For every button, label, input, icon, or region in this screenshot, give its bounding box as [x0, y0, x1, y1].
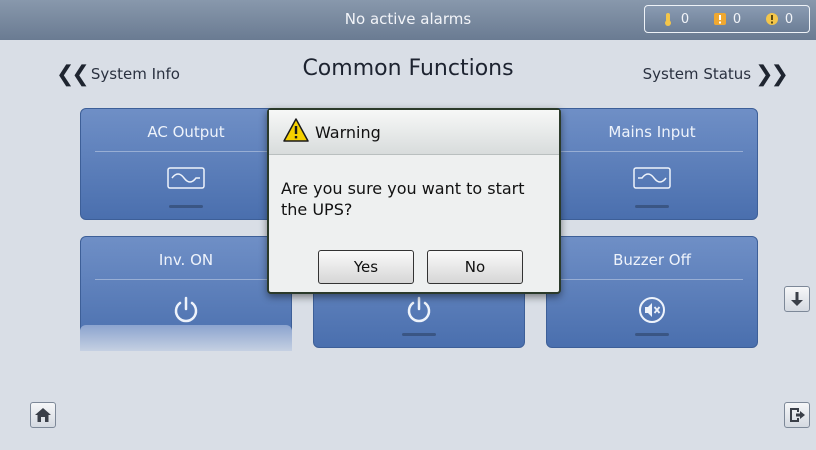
minor-alarm-count: 0 — [680, 11, 690, 27]
tile-icon-shadow — [635, 333, 669, 336]
no-button[interactable]: No — [427, 250, 523, 284]
tile-divider — [95, 151, 277, 152]
power-icon — [407, 296, 431, 323]
major-alarm-counter: 0 — [713, 12, 741, 27]
minor-alarm-counter: 0 — [661, 12, 689, 27]
buzzer-off-tile[interactable]: Buzzer Off — [546, 236, 758, 348]
scroll-down-button[interactable] — [784, 286, 810, 312]
double-chevron-left-icon: ❮❮ — [56, 62, 90, 87]
critical-alarm-count: 0 — [784, 11, 794, 27]
tile-label: Inv. ON — [158, 251, 214, 269]
home-icon — [35, 408, 51, 422]
arrow-down-icon — [791, 292, 803, 306]
tile-divider — [561, 279, 743, 280]
nav-prev-system-info[interactable]: ❮❮ System Info — [52, 62, 180, 87]
tile-label: Buzzer Off — [613, 251, 691, 269]
dialog-title: Warning — [315, 123, 381, 142]
tile-label: Mains Input — [608, 123, 696, 141]
tile-divider — [95, 279, 277, 280]
nav-prev-label: System Info — [90, 65, 180, 83]
logout-button[interactable] — [784, 402, 810, 428]
critical-alarm-counter: 0 — [765, 12, 793, 27]
dialog-header: Warning — [269, 110, 559, 155]
alarm-bar: No active alarms 0 0 0 — [0, 0, 816, 40]
power-icon — [174, 296, 198, 323]
major-alarm-icon — [713, 13, 726, 25]
double-chevron-right-icon: ❯❯ — [755, 62, 789, 87]
tile-divider — [561, 151, 743, 152]
mains-input-tile[interactable]: Mains Input — [546, 108, 758, 220]
tile-label: AC Output — [147, 123, 225, 141]
partial-tile[interactable] — [80, 325, 292, 351]
warning-dialog: Warning Are you sure you want to start t… — [267, 108, 561, 294]
thermometer-alarm-icon — [664, 13, 671, 26]
home-button[interactable] — [30, 402, 56, 428]
major-alarm-count: 0 — [732, 11, 742, 27]
alarm-counter-box[interactable]: 0 0 0 — [644, 5, 810, 33]
warning-icon — [283, 118, 309, 142]
tile-icon-shadow — [402, 333, 436, 336]
logout-icon — [790, 408, 805, 422]
nav-next-label: System Status — [642, 65, 752, 83]
dialog-message: Are you sure you want to start the UPS? — [281, 179, 525, 219]
nav-next-system-status[interactable]: System Status ❯❯ — [643, 62, 790, 87]
tile-icon-shadow — [169, 205, 203, 208]
tile-icon-shadow — [635, 205, 669, 208]
ac-output-tile[interactable]: AC Output — [80, 108, 292, 220]
critical-alarm-icon — [765, 13, 778, 25]
yes-button[interactable]: Yes — [318, 250, 414, 284]
sine-wave-icon — [167, 167, 205, 189]
sine-wave-icon — [633, 167, 671, 189]
speaker-mute-icon — [639, 297, 665, 323]
